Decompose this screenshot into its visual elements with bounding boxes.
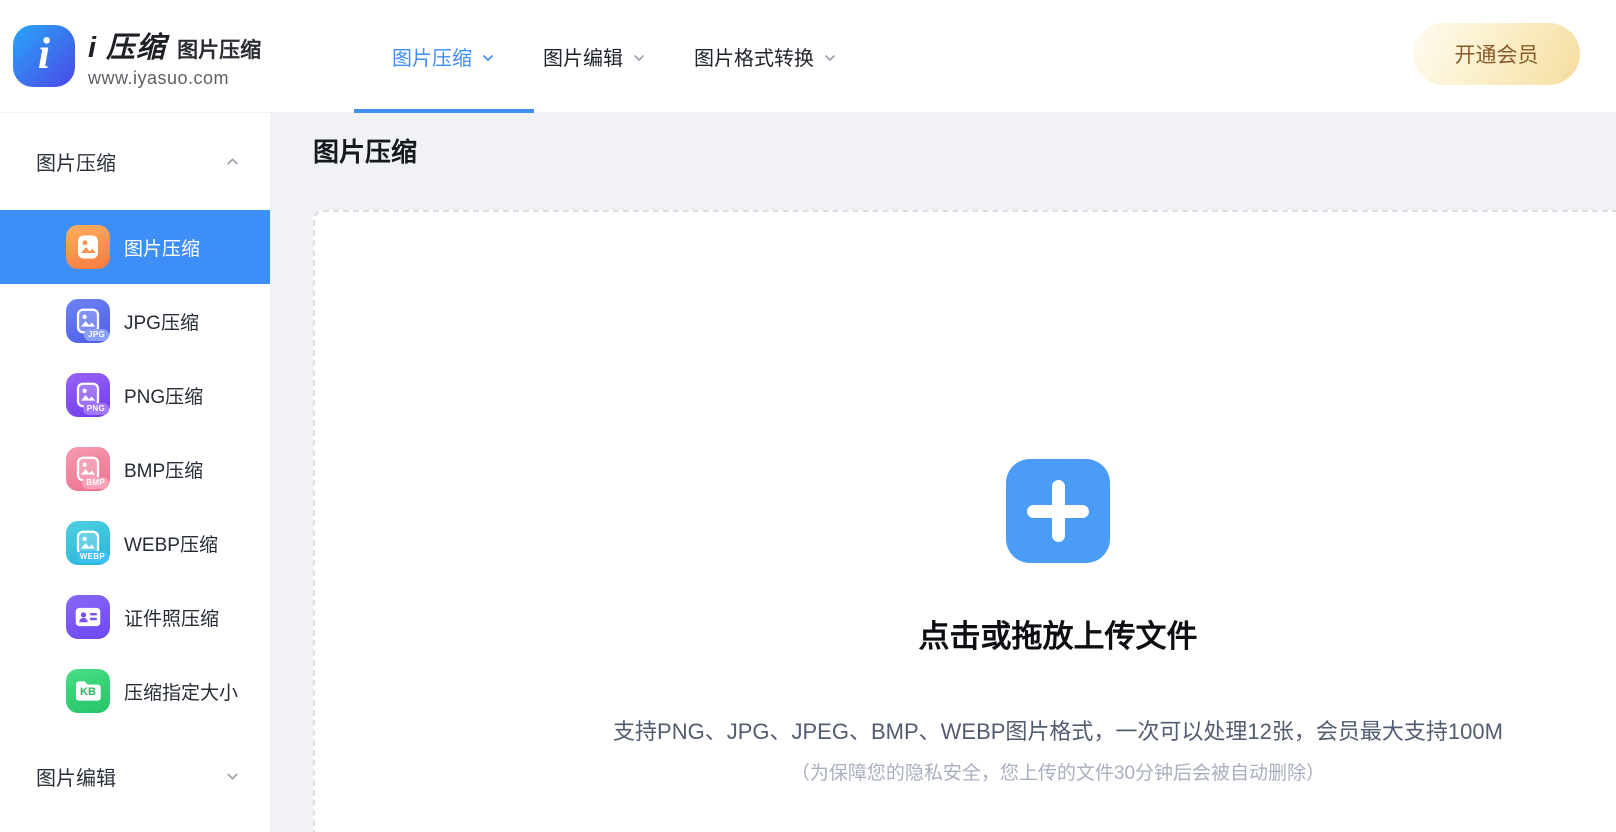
upload-privacy-note: （为保障您的隐私安全，您上传的文件30分钟后会被自动删除） [790,763,1326,784]
target-size-compress-icon: KB [66,669,110,713]
format-badge: WEBP [75,550,109,563]
sidebar-item-bmp-compress[interactable]: BMP BMP压缩 [0,432,270,506]
format-badge: JPG [84,328,109,341]
sidebar-item-label: 压缩指定大小 [124,682,239,704]
open-membership-button[interactable]: 开通会员 [1413,23,1580,85]
sidebar-item-id-photo-compress[interactable]: 证件照压缩 [0,580,270,654]
sidebar-item-webp-compress[interactable]: WEBP WEBP压缩 [0,506,270,580]
top-nav: 图片压缩 图片编辑 图片格式转换 [368,0,861,112]
sidebar: 图片压缩 图片压缩 JPG JPG压缩 PNG PNG压缩 BMP BMP压缩 … [0,113,270,832]
top-header: i i 压缩 图片压缩 www.iyasuo.com 图片压缩 图片编辑 图片格… [0,0,1616,113]
sidebar-item-png-compress[interactable]: PNG PNG压缩 [0,358,270,432]
sidebar-item-jpg-compress[interactable]: JPG JPG压缩 [0,284,270,358]
add-files-button[interactable] [1006,459,1110,563]
webp-compress-icon: WEBP [66,521,110,565]
sidebar-section-image-edit[interactable]: 图片编辑 [0,728,270,825]
section-label: 图片编辑 [36,768,116,790]
sidebar-item-label: BMP压缩 [124,460,204,482]
image-compress-orange-icon [66,225,110,269]
chevron-up-icon [227,158,238,165]
chevron-down-icon [227,773,238,780]
nav-item-label: 图片格式转换 [694,47,814,70]
brand-logo-icon: i [13,25,75,87]
nav-item-label: 图片编辑 [543,47,623,70]
kb-badge: KB [80,686,96,698]
nav-item-label: 图片压缩 [392,47,472,70]
sidebar-item-label: WEBP压缩 [124,534,218,556]
upload-hint: 支持PNG、JPG、JPEG、BMP、WEBP图片格式，一次可以处理12张，会员… [613,719,1503,744]
section-label: 图片压缩 [36,153,116,175]
jpg-compress-icon: JPG [66,299,110,343]
upload-dropzone[interactable]: 点击或拖放上传文件 支持PNG、JPG、JPEG、BMP、WEBP图片格式，一次… [313,210,1616,832]
main-content: 图片压缩 点击或拖放上传文件 支持PNG、JPG、JPEG、BMP、WEBP图片… [270,113,1616,832]
logo-glyph: i [37,29,51,78]
brand-url: www.iyasuo.com [88,67,230,88]
sidebar-item-target-size-compress[interactable]: KB 压缩指定大小 [0,654,270,728]
page-title: 图片压缩 [313,137,418,167]
sidebar-item-label: PNG压缩 [124,386,204,408]
plus-icon [1051,480,1065,542]
brand-name: i 压缩 [88,31,167,64]
brand-suffix: 图片压缩 [177,38,262,62]
format-badge: PNG [82,402,109,415]
png-compress-icon: PNG [66,373,110,417]
chevron-down-icon [825,54,835,61]
chevron-down-icon [634,54,644,61]
format-badge: BMP [82,476,109,489]
id-photo-compress-icon [66,595,110,639]
sidebar-item-label: 证件照压缩 [124,608,220,630]
sidebar-item-label: JPG压缩 [124,312,199,334]
upload-title: 点击或拖放上传文件 [918,619,1198,654]
logo-text: i 压缩 图片压缩 www.iyasuo.com [88,24,261,89]
nav-item-format-convert[interactable]: 图片格式转换 [670,0,861,112]
sidebar-section-image-compress[interactable]: 图片压缩 [0,113,270,210]
sidebar-item-image-compress[interactable]: 图片压缩 [0,210,270,284]
chevron-down-icon [483,54,493,61]
sidebar-item-label: 图片压缩 [124,238,201,260]
bmp-compress-icon: BMP [66,447,110,491]
logo[interactable]: i i 压缩 图片压缩 www.iyasuo.com [0,0,300,112]
nav-item-image-compress[interactable]: 图片压缩 [368,0,519,112]
nav-item-image-edit[interactable]: 图片编辑 [519,0,670,112]
